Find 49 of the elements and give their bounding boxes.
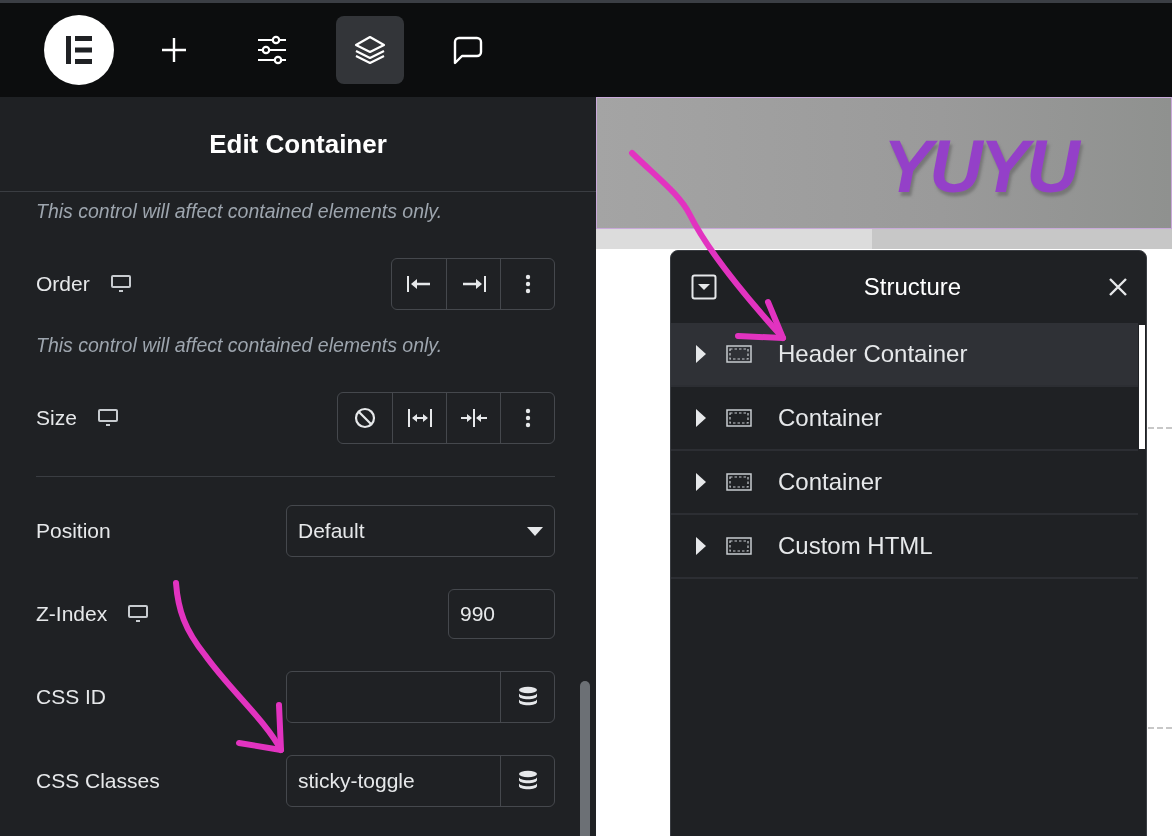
field-label: CSS Classes <box>36 769 160 793</box>
more-icon <box>524 408 531 428</box>
field-label: Order <box>36 272 90 296</box>
container-icon <box>726 473 752 491</box>
layers-icon <box>354 35 386 65</box>
dropdown-icon <box>691 274 717 300</box>
number-field[interactable]: 990 <box>448 589 555 639</box>
hint-text: This control will affect contained elements only. <box>36 332 444 358</box>
desktop-icon[interactable] <box>96 408 119 428</box>
scrollbar[interactable] <box>580 681 590 836</box>
field-label: Size <box>36 406 77 430</box>
logo-icon <box>64 35 94 65</box>
field-label: Z-Index <box>36 602 108 626</box>
expand-icon <box>696 473 706 491</box>
field-label: Position <box>36 519 111 543</box>
align-start-icon <box>406 275 432 293</box>
hint-text: This control will affect contained elements only. <box>36 198 444 224</box>
structure-item[interactable]: Container <box>671 387 1138 451</box>
scrollbar[interactable] <box>1139 325 1145 449</box>
database-icon <box>517 770 538 792</box>
close-button[interactable] <box>1108 277 1128 297</box>
align-end-icon <box>460 275 487 293</box>
collapse-button[interactable] <box>691 274 717 300</box>
more-icon <box>524 274 531 294</box>
text-field[interactable]: sticky-toggle <box>287 756 500 806</box>
structure-item[interactable]: Header Container <box>671 323 1138 387</box>
field-label: CSS ID <box>36 685 106 709</box>
comment-icon <box>452 34 484 66</box>
expand-icon <box>406 408 433 428</box>
desktop-icon[interactable] <box>127 604 150 624</box>
container-icon <box>726 345 752 363</box>
caret-icon <box>527 526 543 536</box>
structure-item[interactable]: Container <box>671 451 1138 515</box>
expand-icon <box>696 345 706 363</box>
position-dropdown[interactable]: Default <box>286 505 555 557</box>
plus-icon <box>160 36 188 64</box>
container-icon <box>726 409 752 427</box>
layers-button[interactable] <box>336 16 404 84</box>
settings-icon <box>256 35 288 65</box>
database-icon <box>517 686 538 708</box>
container-icon <box>726 537 752 555</box>
structure-item[interactable]: Custom HTML <box>671 515 1138 579</box>
expand-icon <box>696 537 706 555</box>
shrink-icon <box>459 408 488 428</box>
prohibited-icon <box>354 407 376 429</box>
structure-title: Structure <box>863 273 962 301</box>
desktop-icon[interactable] <box>109 274 132 294</box>
close-icon <box>1108 277 1128 297</box>
expand-icon <box>696 409 706 427</box>
